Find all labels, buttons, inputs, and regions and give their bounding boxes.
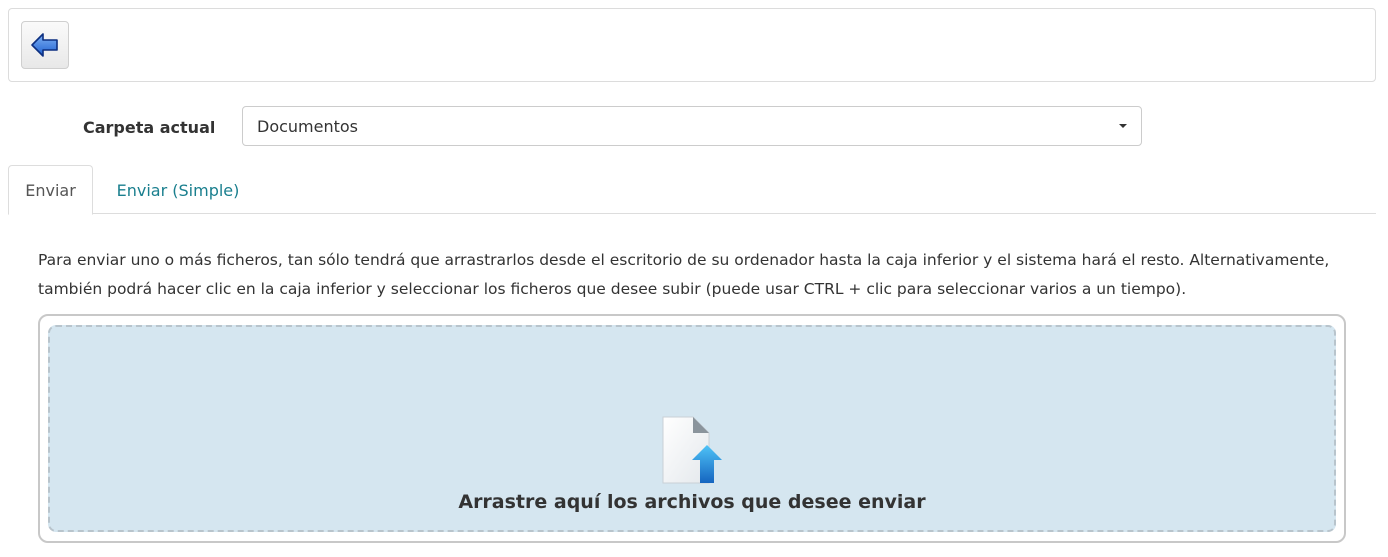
upload-tabs: Enviar Enviar (Simple) (8, 165, 1376, 215)
current-folder-select[interactable]: Documentos (242, 106, 1142, 146)
tab-enviar-simple[interactable]: Enviar (Simple) (100, 165, 256, 215)
back-button[interactable] (21, 21, 69, 69)
dropzone-label: Arrastre aquí los archivos que desee env… (458, 491, 926, 513)
dropzone-frame: Arrastre aquí los archivos que desee env… (38, 314, 1346, 543)
file-dropzone[interactable]: Arrastre aquí los archivos que desee env… (48, 325, 1336, 532)
upload-instructions: Para enviar uno o más ficheros, tan sólo… (38, 251, 1330, 298)
current-folder-value: Documentos (257, 116, 359, 136)
caret-down-icon (1119, 124, 1127, 128)
current-folder-label: Carpeta actual (83, 118, 216, 137)
back-arrow-icon (31, 33, 58, 57)
toolbar (8, 8, 1376, 82)
file-upload-icon (662, 416, 722, 484)
tab-enviar[interactable]: Enviar (8, 165, 93, 215)
